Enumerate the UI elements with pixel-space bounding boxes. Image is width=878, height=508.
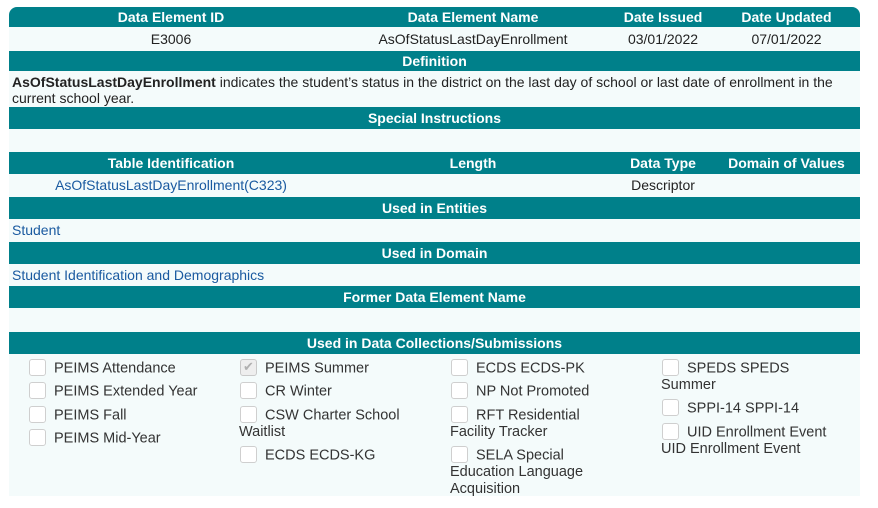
- collections-header: Used in Data Collections/Submissions: [9, 332, 860, 354]
- collections-column-2: PEIMS Summer CR Winter CSW Charter Schoo…: [239, 358, 444, 470]
- table-row: AsOfStatusLastDayEnrollment(C323) Descri…: [9, 174, 860, 197]
- top-header-row: Data Element ID Data Element Name Date I…: [9, 7, 860, 27]
- collection-item[interactable]: ECDS ECDS-PK: [450, 359, 650, 377]
- entity-link-student[interactable]: Student: [12, 222, 60, 238]
- checkbox-checked[interactable]: [240, 358, 257, 376]
- checkbox[interactable]: [451, 405, 468, 423]
- used-in-domain-header: Used in Domain: [9, 242, 860, 264]
- collections-column-4: SPEDS SPEDS Summer SPPI-14 SPPI-14 UID E…: [661, 359, 856, 458]
- header-data-element-name: Data Element Name: [407, 9, 539, 25]
- collection-item[interactable]: PEIMS Attendance: [29, 359, 239, 377]
- element-info-row: E3006 AsOfStatusLastDayEnrollment 03/01/…: [9, 27, 860, 51]
- collection-item-wrap: UID Enrollment Event: [661, 440, 801, 457]
- header-table-identification: Table Identification: [107, 155, 235, 171]
- collection-item[interactable]: PEIMS Summer: [239, 358, 444, 377]
- collections-column-3: ECDS ECDS-PK NP Not Promoted RFT Residen…: [450, 359, 650, 498]
- collection-item[interactable]: SPPI-14 SPPI-14: [661, 399, 856, 417]
- used-in-entities-header: Used in Entities: [9, 197, 860, 219]
- header-domain-of-values: Domain of Values: [728, 155, 845, 171]
- checkbox[interactable]: [29, 405, 46, 423]
- data-element-card: Data Element ID Data Element Name Date I…: [9, 7, 860, 498]
- table-identification-link[interactable]: AsOfStatusLastDayEnrollment(C323): [9, 174, 333, 197]
- collection-item-wrap: Education Language: [450, 464, 584, 481]
- definition-term: AsOfStatusLastDayEnrollment: [12, 74, 216, 90]
- checkbox[interactable]: [662, 399, 679, 417]
- table-data-type: Descriptor: [631, 177, 695, 193]
- collection-item[interactable]: RFT Residential: [450, 405, 650, 424]
- header-data-type: Data Type: [630, 155, 696, 171]
- definition-header: Definition: [9, 51, 860, 71]
- checkbox[interactable]: [240, 405, 257, 423]
- collection-item[interactable]: SPEDS SPEDS: [661, 359, 856, 377]
- special-instructions-header: Special Instructions: [9, 107, 860, 129]
- header-data-element-id: Data Element ID: [117, 9, 225, 25]
- collection-item[interactable]: CR Winter: [239, 382, 444, 400]
- collection-item-wrap: Facility Tracker: [450, 423, 548, 440]
- definition-body: AsOfStatusLastDayEnrollment indicates th…: [9, 71, 860, 107]
- collection-item[interactable]: UID Enrollment Event: [661, 422, 856, 441]
- checkbox[interactable]: [662, 422, 679, 440]
- collections-body: PEIMS Attendance PEIMS Extended Year PEI…: [9, 354, 860, 498]
- special-instructions-body: [9, 129, 860, 152]
- checkbox[interactable]: [240, 445, 257, 463]
- header-date-issued: Date Issued: [623, 9, 703, 25]
- collection-item[interactable]: NP Not Promoted: [450, 382, 650, 400]
- collection-item-wrap: Acquisition: [450, 481, 521, 498]
- collection-item[interactable]: ECDS ECDS-KG: [239, 445, 444, 464]
- collection-item[interactable]: CSW Charter School: [239, 405, 444, 424]
- collection-item[interactable]: SELA Special: [450, 445, 650, 464]
- former-name-body: [9, 308, 860, 332]
- former-name-header: Former Data Element Name: [9, 286, 860, 308]
- checkbox[interactable]: [451, 382, 468, 400]
- header-date-updated: Date Updated: [741, 9, 832, 25]
- checkbox[interactable]: [29, 428, 46, 446]
- table-header-row: Table Identification Length Data Type Do…: [9, 152, 860, 174]
- element-date-issued: 03/01/2022: [627, 31, 699, 47]
- collections-column-1: PEIMS Attendance PEIMS Extended Year PEI…: [29, 359, 239, 453]
- checkbox[interactable]: [240, 382, 257, 400]
- checkbox[interactable]: [29, 359, 46, 376]
- collection-item-wrap: Waitlist: [239, 423, 286, 440]
- checkbox[interactable]: [451, 359, 468, 376]
- collection-item[interactable]: PEIMS Mid-Year: [29, 428, 239, 447]
- used-in-domain-body: Student Identification and Demographics: [9, 264, 860, 286]
- checkbox[interactable]: [451, 445, 468, 463]
- used-in-entities-body: Student: [9, 219, 860, 242]
- collection-item-wrap: Summer: [661, 377, 716, 394]
- collection-item[interactable]: PEIMS Extended Year: [29, 382, 239, 400]
- checkbox[interactable]: [29, 382, 46, 400]
- element-name: AsOfStatusLastDayEnrollment: [378, 31, 568, 47]
- element-date-updated: 07/01/2022: [751, 31, 822, 47]
- domain-link[interactable]: Student Identification and Demographics: [12, 267, 264, 283]
- table-domain-of-values: [713, 174, 860, 197]
- collection-item[interactable]: PEIMS Fall: [29, 405, 239, 424]
- element-id: E3006: [150, 31, 192, 47]
- header-length: Length: [449, 155, 497, 171]
- checkbox[interactable]: [662, 359, 679, 376]
- table-length: [333, 174, 613, 197]
